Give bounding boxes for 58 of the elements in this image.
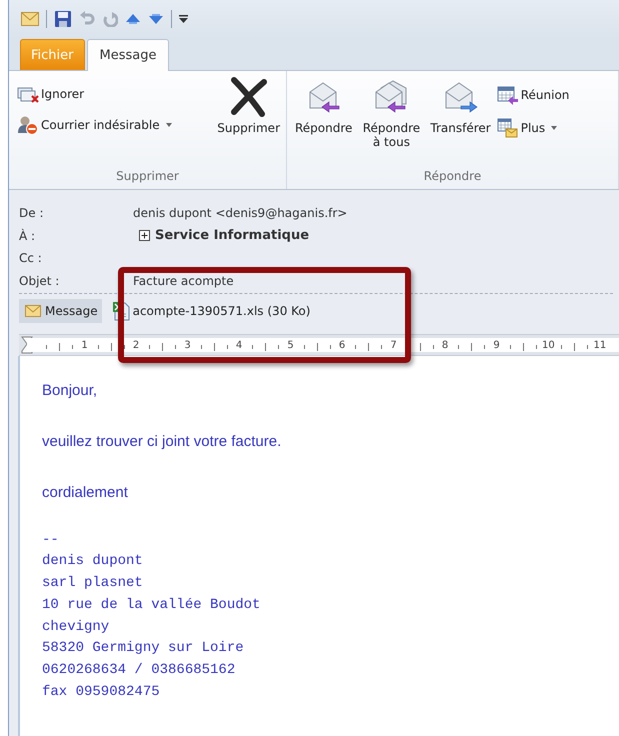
attachment-link[interactable]: acompte-1390571.xls (30 Ko)	[112, 301, 310, 321]
ribbon-button[interactable]: Réunion	[494, 85, 572, 105]
ruler-number: 4	[234, 340, 244, 350]
ribbon-button[interactable]: Plus	[494, 117, 572, 139]
ruler-number: 7	[389, 340, 398, 350]
customize-menu-icon[interactable]	[179, 15, 188, 23]
body-paragraph: cordialement	[42, 483, 128, 503]
signature-line: --	[42, 530, 59, 550]
expand-icon[interactable]	[139, 230, 150, 242]
signature-line: sarl plasnet	[42, 574, 143, 594]
ruler-number: 1	[80, 340, 89, 350]
ribbon-button[interactable]: Ignorer	[15, 85, 174, 103]
group-label: Répondre	[422, 168, 482, 185]
envelope-ignore-icon	[17, 85, 39, 103]
ruler-number: 8	[440, 340, 450, 350]
signature-line: 0620268634 / 0386685162	[42, 661, 236, 680]
up-arrow-icon[interactable]	[125, 13, 141, 25]
ruler-number: 9	[492, 340, 501, 350]
field-value: denis dupont <denis9@haganis.fr>	[133, 206, 348, 220]
ribbon-button[interactable]: Répondre	[293, 77, 354, 165]
field-label: Objet :	[19, 274, 60, 288]
field-label: Cc :	[19, 251, 43, 266]
ribbon-tab[interactable]: Message	[86, 39, 170, 71]
signature-line: 10 rue de la vallée Boudot	[42, 596, 260, 615]
message-tab[interactable]: Message	[19, 299, 102, 323]
group-label: Supprimer	[115, 168, 180, 185]
ruler-number: 6	[338, 340, 346, 350]
calendar-more-icon	[496, 117, 519, 139]
field-value: Facture acompte	[133, 274, 234, 288]
save-icon[interactable]	[54, 10, 72, 28]
ribbon-button[interactable]: Répondre à tous	[356, 77, 426, 165]
ruler-number: 11	[594, 340, 606, 350]
reply-all-envelope-icon	[373, 80, 410, 114]
field-label: De :	[19, 206, 44, 220]
down-arrow-icon[interactable]	[148, 13, 164, 25]
envelope-icon[interactable]	[21, 12, 39, 26]
reply-envelope-icon	[306, 80, 341, 114]
ribbon-button[interactable]: Transférer	[428, 77, 493, 165]
ruler-number: 5	[286, 340, 295, 350]
envelope-icon	[25, 305, 41, 317]
calendar-icon	[496, 85, 519, 105]
body-paragraph: veuillez trouver ci joint votre facture.	[42, 432, 282, 452]
undo-icon[interactable]	[79, 11, 95, 27]
recipient-name[interactable]: Service Informatique	[155, 228, 310, 244]
ribbon-button[interactable]: Supprimer	[215, 77, 282, 165]
signature-line: chevigny	[42, 618, 110, 637]
signature-line: 58320 Germigny sur Loire	[42, 639, 244, 658]
ruler-number: 3	[183, 340, 192, 350]
ruler-number: 10	[542, 340, 554, 350]
field-label: À :	[19, 228, 36, 243]
body-paragraph: Bonjour,	[42, 381, 98, 401]
forward-envelope-icon	[442, 80, 479, 114]
signature-line: denis dupont	[42, 552, 143, 572]
redo-icon[interactable]	[102, 11, 118, 27]
signature-line: fax 0959082475	[42, 683, 160, 702]
ribbon-button[interactable]: Courrier indésirable	[15, 115, 174, 135]
blocked-person-icon	[17, 115, 39, 135]
ruler-number: 2	[132, 340, 140, 350]
